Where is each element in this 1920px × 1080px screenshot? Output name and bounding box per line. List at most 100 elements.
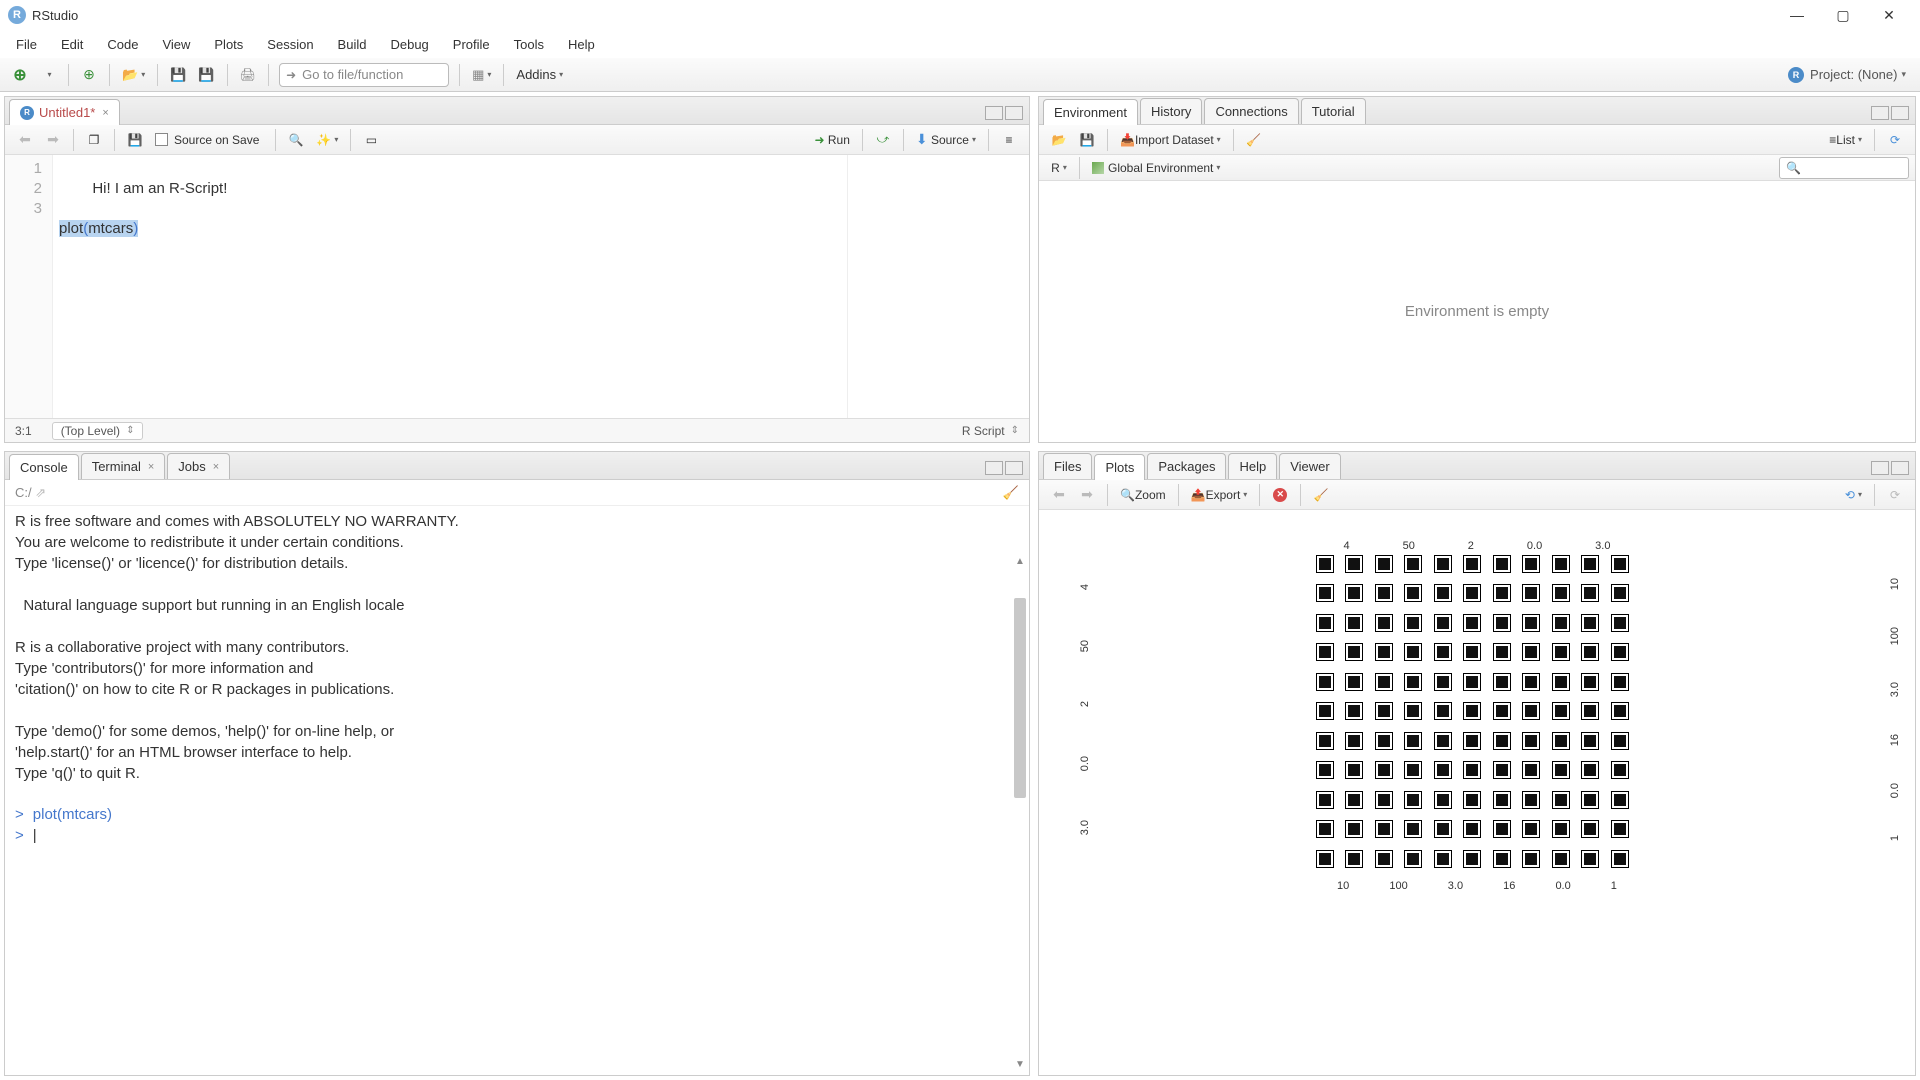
tab-packages[interactable]: Packages [1147,453,1226,479]
pane-minimize-button[interactable] [985,106,1003,120]
minimize-button[interactable]: — [1774,0,1820,30]
close-tab-icon[interactable]: × [213,461,219,473]
outline-button[interactable]: ≡ [997,129,1021,151]
import-dataset-button[interactable]: 📥 Import Dataset [1116,129,1225,151]
refresh-plot-button[interactable]: ⟳ [1883,484,1907,506]
code-area[interactable]: Hi! I am an R-Script! plot(mtcars) [53,155,1029,418]
script-type-selector[interactable]: R Script [962,424,1019,438]
tab-help[interactable]: Help [1228,453,1277,479]
panes-button[interactable]: ▦ [468,63,495,87]
save-button[interactable]: 💾 [166,63,190,87]
plot-prev-button[interactable]: ⬅ [1047,484,1071,506]
refresh-env-button[interactable]: ⟳ [1883,129,1907,151]
save-source-button[interactable]: 💾 [123,129,147,151]
nav-forward-button[interactable]: ➡ [41,129,65,151]
console-scrollbar[interactable]: ▲ ▼ [1013,512,1027,1069]
menu-code[interactable]: Code [95,33,150,56]
save-all-button[interactable]: 💾 [194,63,218,87]
source-tab-untitled1[interactable]: R Untitled1* × [9,99,120,125]
console-output: R is free software and comes with ABSOLU… [15,513,459,782]
show-in-new-window-button[interactable]: ❐ [82,129,106,151]
tab-viewer[interactable]: Viewer [1279,453,1341,479]
tab-console[interactable]: Console [9,454,79,480]
menu-edit[interactable]: Edit [49,33,95,56]
plot-cell [1346,733,1362,749]
new-project-button[interactable]: ⊕ [77,63,101,87]
menu-view[interactable]: View [150,33,202,56]
run-button[interactable]: ➜ Run [810,129,853,151]
pane-minimize-button[interactable] [1871,461,1889,475]
console-body[interactable]: R is free software and comes with ABSOLU… [5,506,1029,1075]
print-button[interactable]: 🖨 [236,63,261,87]
scroll-down-icon[interactable]: ▼ [1013,1055,1027,1069]
maximize-button[interactable]: ▢ [1820,0,1866,30]
pane-maximize-button[interactable] [1005,461,1023,475]
tab-plots[interactable]: Plots [1094,454,1145,480]
plot-cell [1376,674,1392,690]
tab-history[interactable]: History [1140,98,1202,124]
scroll-thumb[interactable] [1014,598,1026,798]
scroll-up-icon[interactable]: ▲ [1013,552,1027,566]
source-editor[interactable]: 1 2 3 Hi! I am an R-Script! plot(mtcars) [5,155,1029,418]
plot-cell [1464,674,1480,690]
pane-minimize-button[interactable] [1871,106,1889,120]
plot-cell [1494,615,1510,631]
clear-console-button[interactable]: 🧹 [1003,485,1019,501]
zoom-button[interactable]: 🔍 Zoom [1116,484,1170,506]
new-file-menu[interactable] [36,63,60,87]
remove-plot-button[interactable]: ✕ [1268,484,1292,506]
clear-workspace-button[interactable]: 🧹 [1242,129,1266,151]
source-button[interactable]: ⬇ Source [912,129,980,151]
tab-connections[interactable]: Connections [1204,98,1298,124]
new-file-button[interactable]: ⊕ [8,63,32,87]
tab-jobs[interactable]: Jobs× [167,453,230,479]
pane-minimize-button[interactable] [985,461,1003,475]
menu-session[interactable]: Session [255,33,325,56]
addins-menu[interactable]: Addins [512,63,567,87]
load-workspace-button[interactable]: 📂 [1047,129,1071,151]
plot-top-ticks: 45020.03.0 [1317,540,1637,552]
close-tab-icon[interactable]: × [102,107,108,119]
plot-cell [1405,792,1421,808]
code-tools-button[interactable]: ✨ [312,129,342,151]
tab-files[interactable]: Files [1043,453,1092,479]
nav-back-button[interactable]: ⬅ [13,129,37,151]
environment-scope-selector[interactable]: Global Environment [1088,157,1224,179]
view-mode-button[interactable]: ≡ List [1825,129,1866,151]
publish-button[interactable]: ⟲ [1841,484,1866,506]
compile-report-button[interactable]: ▭ [359,129,383,151]
pane-maximize-button[interactable] [1005,106,1023,120]
clear-plots-button[interactable]: 🧹 [1309,484,1333,506]
scatterplot-matrix [1317,556,1637,876]
tab-tutorial[interactable]: Tutorial [1301,98,1366,124]
save-workspace-button[interactable]: 💾 [1075,129,1099,151]
pane-maximize-button[interactable] [1891,461,1909,475]
menu-help[interactable]: Help [556,33,607,56]
close-tab-icon[interactable]: × [148,461,154,473]
env-empty-label: Environment is empty [1405,303,1549,320]
close-button[interactable]: ✕ [1866,0,1912,30]
goto-file-input[interactable]: ➜ Go to file/function [279,63,449,87]
menu-profile[interactable]: Profile [441,33,502,56]
menu-debug[interactable]: Debug [378,33,440,56]
pane-maximize-button[interactable] [1891,106,1909,120]
find-button[interactable]: 🔍 [284,129,308,151]
export-button[interactable]: 📤 Export [1187,484,1252,506]
menu-build[interactable]: Build [326,33,379,56]
source-on-save-checkbox[interactable]: Source on Save [151,129,263,151]
plot-cell [1405,733,1421,749]
env-search-input[interactable]: 🔍 [1779,157,1909,179]
console-cursor[interactable]: | [33,827,37,844]
plot-next-button[interactable]: ➡ [1075,484,1099,506]
tab-environment[interactable]: Environment [1043,99,1138,125]
rerun-button[interactable]: ⤻ [871,129,895,151]
open-file-button[interactable]: 📂 [118,63,149,87]
language-selector[interactable]: R [1047,157,1071,179]
scope-selector[interactable]: (Top Level) [52,422,144,440]
project-menu[interactable]: R Project: (None) ▾ [1780,67,1914,83]
tab-terminal[interactable]: Terminal× [81,453,166,479]
plot-cell [1317,821,1333,837]
menu-plots[interactable]: Plots [202,33,255,56]
menu-tools[interactable]: Tools [502,33,556,56]
menu-file[interactable]: File [4,33,49,56]
